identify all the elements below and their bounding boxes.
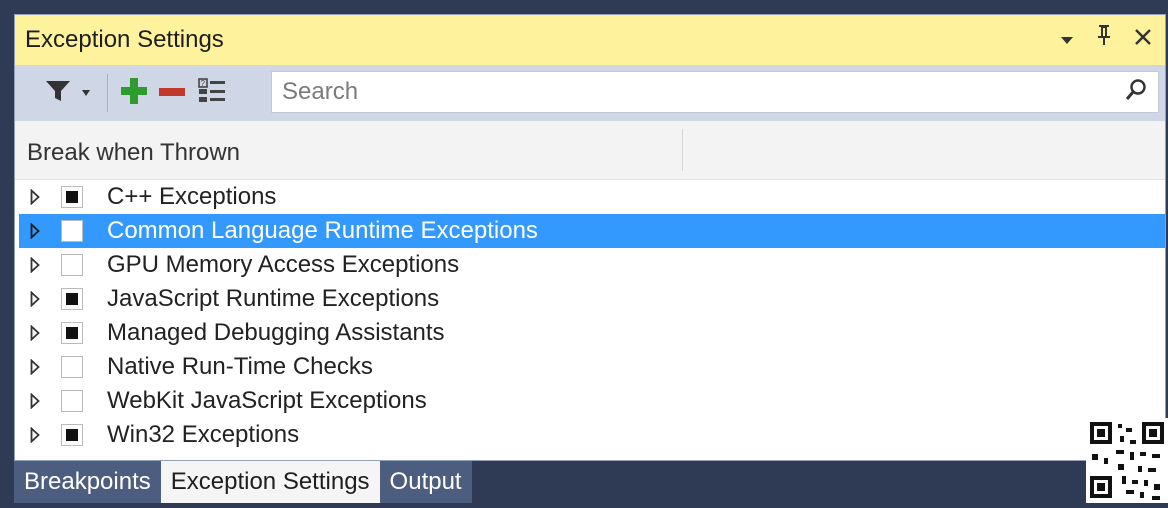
column-header[interactable]: Break when Thrown	[15, 121, 1165, 180]
exception-checkbox[interactable]	[61, 220, 83, 242]
expand-arrow-icon[interactable]	[25, 257, 45, 273]
pin-icon[interactable]	[1095, 23, 1113, 56]
exception-row[interactable]: WebKit JavaScript Exceptions	[19, 384, 1165, 418]
exception-label: Native Run-Time Checks	[107, 353, 373, 380]
expand-arrow-icon[interactable]	[25, 427, 45, 443]
minus-icon	[158, 84, 186, 102]
expand-arrow-icon[interactable]	[25, 393, 45, 409]
qr-code	[1086, 418, 1168, 503]
window-actions	[1059, 23, 1153, 56]
indeterminate-mark	[66, 293, 78, 305]
tab-breakpoints[interactable]: Breakpoints	[14, 461, 161, 503]
exception-checkbox[interactable]	[61, 186, 83, 208]
exception-label: C++ Exceptions	[107, 183, 277, 210]
restore-defaults-button[interactable]: ?	[192, 71, 232, 115]
window-title: Exception Settings	[25, 26, 224, 53]
exception-label: GPU Memory Access Exceptions	[107, 251, 460, 278]
toolbar: ? Search	[15, 65, 1165, 121]
expand-arrow-icon[interactable]	[25, 359, 45, 375]
expand-arrow-icon[interactable]	[25, 291, 45, 307]
search-input[interactable]: Search	[282, 78, 1124, 106]
filter-icon	[45, 79, 71, 108]
column-header-break-when-thrown[interactable]: Break when Thrown	[27, 139, 240, 167]
indeterminate-mark	[66, 191, 78, 203]
exception-checkbox[interactable]	[61, 390, 83, 412]
exception-label: JavaScript Runtime Exceptions	[107, 285, 440, 312]
close-icon[interactable]	[1133, 24, 1153, 56]
exception-row[interactable]: Win32 Exceptions	[19, 418, 1165, 452]
exception-checkbox[interactable]	[61, 356, 83, 378]
tab-output[interactable]: Output	[379, 461, 472, 503]
svg-text:?: ?	[201, 79, 206, 88]
exception-row[interactable]: GPU Memory Access Exceptions	[19, 248, 1165, 282]
column-divider[interactable]	[682, 129, 683, 171]
search-box[interactable]: Search	[271, 71, 1159, 113]
restore-defaults-icon: ?	[197, 77, 227, 110]
exception-row[interactable]: Common Language Runtime Exceptions	[19, 214, 1165, 248]
search-icon[interactable]	[1124, 78, 1148, 107]
exception-checkbox[interactable]	[61, 288, 83, 310]
exception-row[interactable]: Native Run-Time Checks	[19, 350, 1165, 384]
exception-checkbox[interactable]	[61, 254, 83, 276]
expand-arrow-icon[interactable]	[25, 189, 45, 205]
window-titlebar: Exception Settings	[15, 15, 1165, 65]
indeterminate-mark	[66, 327, 78, 339]
exception-list: C++ Exceptions Common Language Runtime Ex…	[19, 180, 1165, 452]
exception-row[interactable]: JavaScript Runtime Exceptions	[19, 282, 1165, 316]
chevron-down-icon	[81, 84, 91, 102]
exception-label: Managed Debugging Assistants	[107, 319, 445, 346]
tab-exception-settings[interactable]: Exception Settings	[160, 461, 380, 503]
tool-window-tabs: Breakpoints Exception Settings Output	[14, 461, 1168, 503]
toolbar-separator	[107, 74, 108, 112]
exception-label: Common Language Runtime Exceptions	[107, 217, 538, 244]
exception-label: Win32 Exceptions	[107, 421, 300, 448]
add-exception-button[interactable]	[116, 71, 152, 115]
expand-arrow-icon[interactable]	[25, 325, 45, 341]
expand-arrow-icon[interactable]	[25, 223, 45, 239]
remove-exception-button[interactable]	[152, 71, 192, 115]
plus-icon	[120, 77, 148, 110]
exception-label: WebKit JavaScript Exceptions	[107, 387, 427, 414]
exception-settings-window: Exception Settings ? Search Break when T…	[14, 14, 1166, 461]
indeterminate-mark	[66, 429, 78, 441]
dropdown-arrow-icon[interactable]	[1059, 24, 1075, 56]
exception-row[interactable]: C++ Exceptions	[19, 180, 1165, 214]
filter-button[interactable]	[37, 71, 99, 115]
exception-row[interactable]: Managed Debugging Assistants	[19, 316, 1165, 350]
exception-checkbox[interactable]	[61, 322, 83, 344]
exception-checkbox[interactable]	[61, 424, 83, 446]
